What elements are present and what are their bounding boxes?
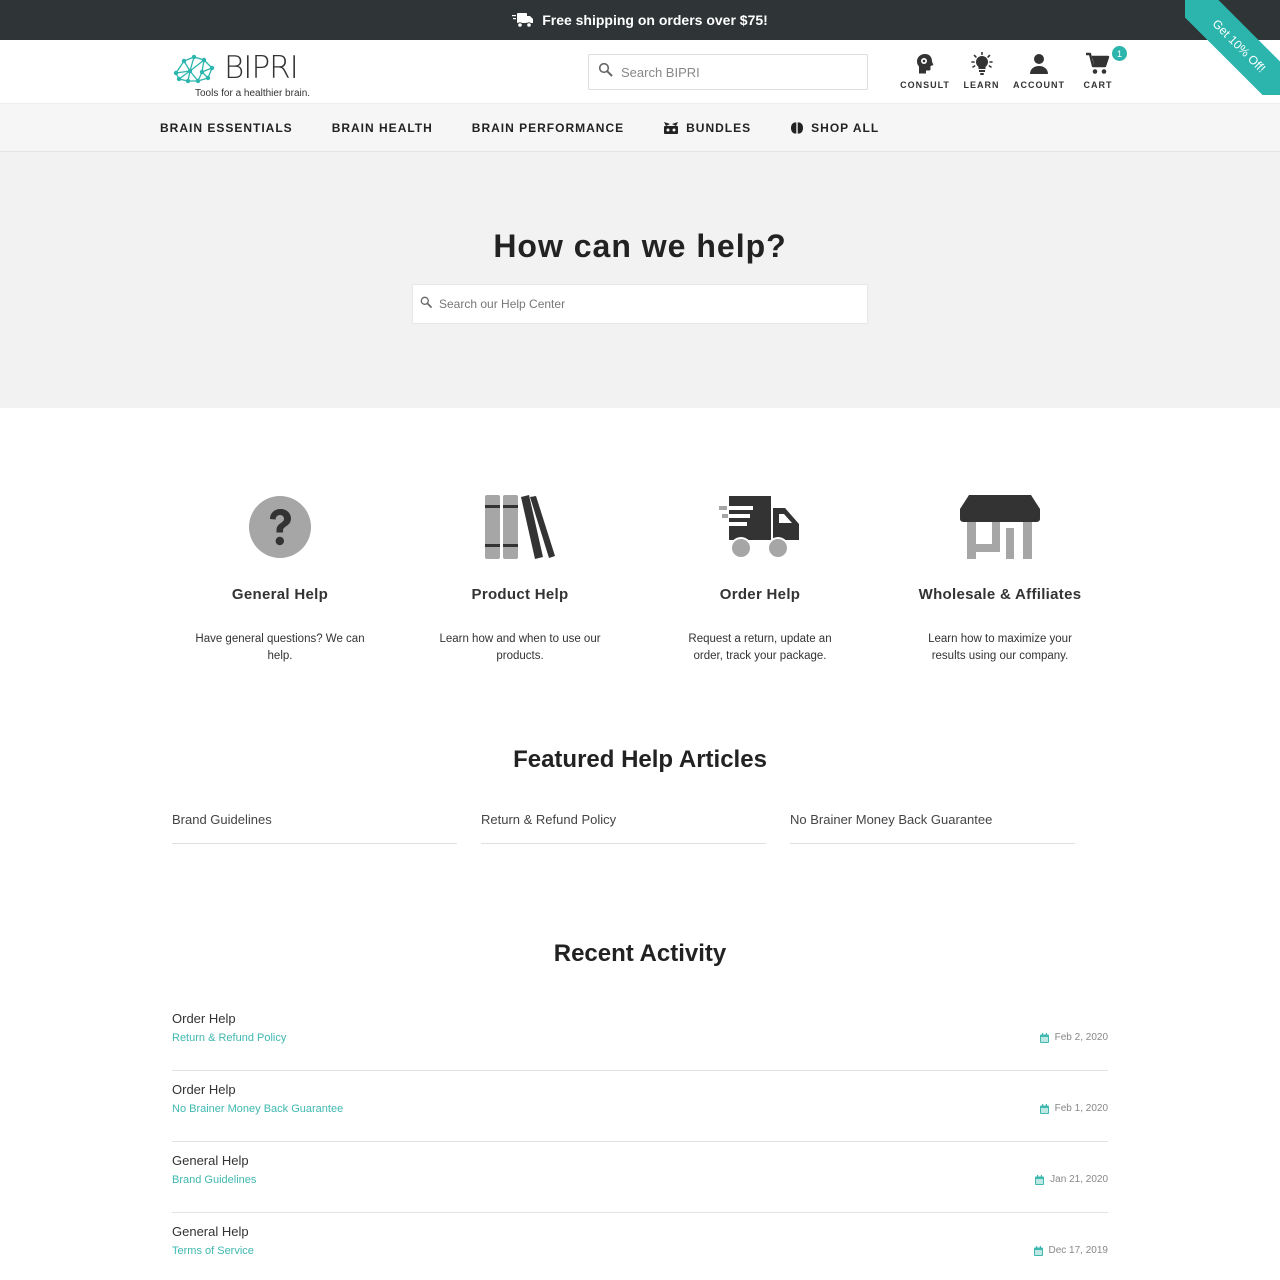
activity-date-text: Dec 17, 2019 bbox=[1048, 1245, 1109, 1256]
featured-title: Featured Help Articles bbox=[513, 746, 767, 773]
cart-icon bbox=[1085, 52, 1111, 76]
calendar-icon bbox=[1035, 1174, 1045, 1185]
logo-wordmark: BIPRI bbox=[224, 50, 299, 86]
cart-count-badge: 1 bbox=[1112, 46, 1127, 61]
promo-bar: Free shipping on orders over $75! bbox=[0, 0, 1280, 40]
account-button[interactable]: ACCOUNT bbox=[1009, 52, 1069, 94]
activity-date: Feb 2, 2020 bbox=[1039, 1032, 1108, 1043]
calendar-icon bbox=[1039, 1032, 1049, 1043]
category-description: Learn how and when to use our products. bbox=[439, 633, 601, 662]
brain-network-logo-icon bbox=[173, 54, 215, 84]
category-description: Learn how to maximize your results using… bbox=[928, 633, 1072, 662]
activity-article-link[interactable]: Terms of Service bbox=[172, 1245, 254, 1257]
discount-ribbon-wrap: Get 10% Off! bbox=[1185, 0, 1280, 95]
featured-article-link[interactable]: Return & Refund Policy bbox=[481, 812, 766, 844]
activity-date: Feb 1, 2020 bbox=[1039, 1103, 1108, 1114]
category-product-help[interactable]: Product Help Learn how and when to use o… bbox=[400, 494, 640, 665]
category-description: Request a return, update an order, track… bbox=[688, 633, 832, 662]
featured-articles: Brand Guidelines Return & Refund Policy … bbox=[172, 812, 1075, 844]
cart-button[interactable]: 1 CART bbox=[1069, 46, 1127, 94]
activity-article-link[interactable]: Return & Refund Policy bbox=[172, 1032, 286, 1044]
activity-category[interactable]: Order Help bbox=[172, 1082, 236, 1097]
search-icon bbox=[420, 295, 432, 313]
nav-label: BRAIN ESSENTIALS bbox=[160, 120, 293, 135]
logo[interactable]: BIPRI Tools for a healthier brain. bbox=[172, 48, 312, 99]
activity-category[interactable]: Order Help bbox=[172, 1011, 236, 1026]
main-nav: BRAIN ESSENTIALS BRAIN HEALTH BRAIN PERF… bbox=[0, 104, 1280, 152]
header-search[interactable] bbox=[588, 54, 868, 90]
activity-date: Dec 17, 2019 bbox=[1033, 1245, 1109, 1256]
nav-item-brain-performance[interactable]: BRAIN PERFORMANCE bbox=[472, 121, 624, 135]
discount-ribbon-label: Get 10% Off! bbox=[1209, 16, 1269, 76]
category-general-help[interactable]: General Help Have general questions? We … bbox=[160, 494, 400, 665]
page-title: How can we help? bbox=[493, 228, 787, 264]
nav-label: SHOP ALL bbox=[811, 120, 880, 135]
question-icon bbox=[248, 494, 312, 560]
learn-label: LEARN bbox=[963, 80, 1000, 90]
activity-article-link[interactable]: Brand Guidelines bbox=[172, 1174, 256, 1186]
consult-button[interactable]: CONSULT bbox=[896, 52, 954, 94]
activity-date-text: Feb 1, 2020 bbox=[1054, 1103, 1108, 1114]
calendar-icon bbox=[1033, 1245, 1043, 1256]
activity-date-text: Jan 21, 2020 bbox=[1050, 1174, 1108, 1185]
delivery-truck-icon bbox=[719, 494, 801, 560]
nav-label: BRAIN PERFORMANCE bbox=[471, 120, 625, 135]
brain-icon bbox=[790, 121, 804, 135]
help-categories: General Help Have general questions? We … bbox=[160, 494, 1120, 665]
bundles-icon bbox=[663, 121, 679, 135]
header-search-input[interactable] bbox=[621, 64, 841, 80]
activity-category[interactable]: General Help bbox=[172, 1224, 249, 1239]
recent-activity-title: Recent Activity bbox=[553, 940, 727, 967]
nav-label: BUNDLES bbox=[686, 120, 752, 135]
category-wholesale-affiliates[interactable]: Wholesale & Affiliates Learn how to maxi… bbox=[880, 494, 1120, 665]
nav-item-shop-all[interactable]: SHOP ALL bbox=[790, 121, 879, 135]
truck-icon bbox=[512, 12, 534, 28]
help-search-input[interactable] bbox=[439, 297, 839, 311]
activity-category[interactable]: General Help bbox=[172, 1153, 249, 1168]
search-icon bbox=[598, 62, 613, 82]
featured-article-link[interactable]: No Brainer Money Back Guarantee bbox=[790, 812, 1075, 844]
category-order-help[interactable]: Order Help Request a return, update an o… bbox=[640, 494, 880, 665]
lightbulb-icon bbox=[969, 52, 995, 76]
account-label: ACCOUNT bbox=[1013, 80, 1065, 90]
consult-label: CONSULT bbox=[900, 80, 950, 90]
head-icon bbox=[913, 52, 937, 76]
header-icons: CONSULT LEARN ACCOUNT 1 CART bbox=[896, 46, 1127, 94]
activity-row: General Help Terms of Service Dec 17, 20… bbox=[172, 1213, 1108, 1280]
activity-date-text: Feb 2, 2020 bbox=[1054, 1032, 1108, 1043]
discount-ribbon[interactable]: Get 10% Off! bbox=[1185, 0, 1280, 95]
activity-date: Jan 21, 2020 bbox=[1035, 1174, 1108, 1185]
activity-row: General Help Brand Guidelines Jan 21, 20… bbox=[172, 1142, 1108, 1213]
calendar-icon bbox=[1039, 1103, 1049, 1114]
nav-item-brain-health[interactable]: BRAIN HEALTH bbox=[332, 121, 433, 135]
category-title: Wholesale & Affiliates bbox=[918, 586, 1082, 603]
activity-article-link[interactable]: No Brainer Money Back Guarantee bbox=[172, 1103, 343, 1115]
promo-text: Free shipping on orders over $75! bbox=[542, 12, 768, 28]
category-description: Have general questions? We can help. bbox=[195, 633, 365, 662]
help-hero: How can we help? bbox=[0, 152, 1280, 408]
activity-row: Order Help No Brainer Money Back Guarant… bbox=[172, 1071, 1108, 1142]
logo-tagline: Tools for a healthier brain. bbox=[195, 88, 311, 99]
help-search[interactable] bbox=[412, 284, 868, 324]
category-title: Order Help bbox=[719, 586, 801, 603]
user-icon bbox=[1027, 52, 1051, 76]
recent-activity-list: Order Help Return & Refund Policy Feb 2,… bbox=[172, 1000, 1108, 1280]
store-icon bbox=[959, 494, 1041, 560]
nav-item-bundles[interactable]: BUNDLES bbox=[663, 121, 751, 135]
featured-article-link[interactable]: Brand Guidelines bbox=[172, 812, 457, 844]
cart-label: CART bbox=[1083, 80, 1113, 90]
activity-row: Order Help Return & Refund Policy Feb 2,… bbox=[172, 1000, 1108, 1071]
category-title: General Help bbox=[231, 586, 329, 603]
site-header: BIPRI Tools for a healthier brain. CONSU… bbox=[0, 40, 1280, 104]
learn-button[interactable]: LEARN bbox=[954, 52, 1009, 94]
category-title: Product Help bbox=[471, 586, 569, 603]
books-icon bbox=[483, 494, 557, 560]
nav-label: BRAIN HEALTH bbox=[331, 120, 433, 135]
nav-item-brain-essentials[interactable]: BRAIN ESSENTIALS bbox=[160, 121, 293, 135]
